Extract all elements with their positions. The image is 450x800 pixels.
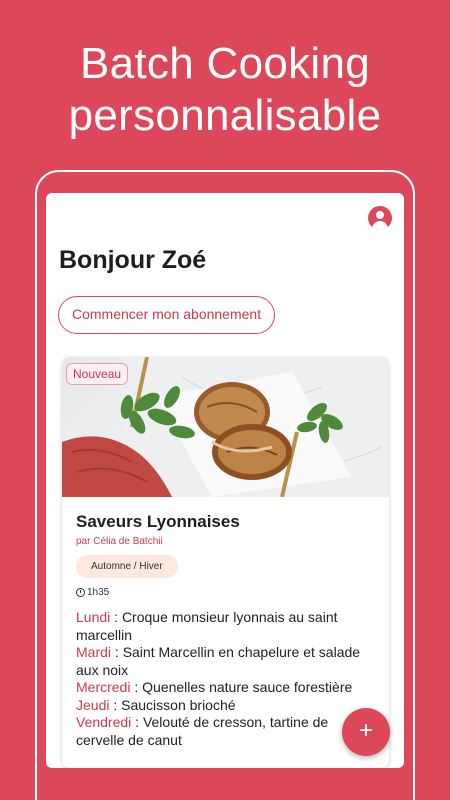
recipe-title: Saveurs Lyonnaises <box>76 512 240 531</box>
menu-day: Mercredi <box>76 679 131 695</box>
menu-day: Jeudi <box>76 696 110 713</box>
season-tag: Automne / Hiver <box>76 555 178 578</box>
account-circle-icon[interactable] <box>368 206 392 230</box>
menu-item: Jeudi : Saucisson brioché <box>76 696 236 713</box>
app-screen: Bonjour Zoé Commencer mon abonnement Nou… <box>46 193 404 768</box>
timer-icon <box>76 588 85 597</box>
recipe-photo: Nouveau <box>62 357 389 497</box>
recipe-author: par Célia de Batchii <box>76 536 163 547</box>
promo-line-2: personnalisable <box>68 91 382 140</box>
menu-dish: Saucisson brioché <box>121 696 236 713</box>
start-subscription-button[interactable]: Commencer mon abonnement <box>58 296 276 334</box>
menu-dish: Quenelles nature sauce forestière <box>142 679 353 695</box>
add-button[interactable]: + <box>342 708 390 756</box>
weekly-menu: Lundi : Croque monsieur lyonnais au sain… <box>76 609 376 749</box>
menu-item: Mardi : Saint Marcellin en chapelure et … <box>76 644 361 678</box>
menu-day: Vendredi <box>76 714 132 730</box>
menu-item: Lundi : Croque monsieur lyonnais au sain… <box>76 609 338 643</box>
menu-day: Lundi <box>76 609 111 625</box>
duration-value: 1h35 <box>87 587 110 598</box>
recipe-card[interactable]: Nouveau Saveurs Lyonnaises par Célia de … <box>62 357 389 768</box>
promo-headline: Batch Cooking personnalisable <box>0 38 450 142</box>
promo-line-1: Batch Cooking <box>79 39 371 88</box>
menu-item: Vendredi : Velouté de cresson, tartine d… <box>76 714 329 748</box>
new-badge: Nouveau <box>66 363 129 385</box>
greeting-title: Bonjour Zoé <box>59 246 207 274</box>
menu-day: Mardi <box>76 644 112 660</box>
duration: 1h35 <box>76 587 109 598</box>
menu-item: Mercredi : Quenelles nature sauce forest… <box>76 679 353 695</box>
